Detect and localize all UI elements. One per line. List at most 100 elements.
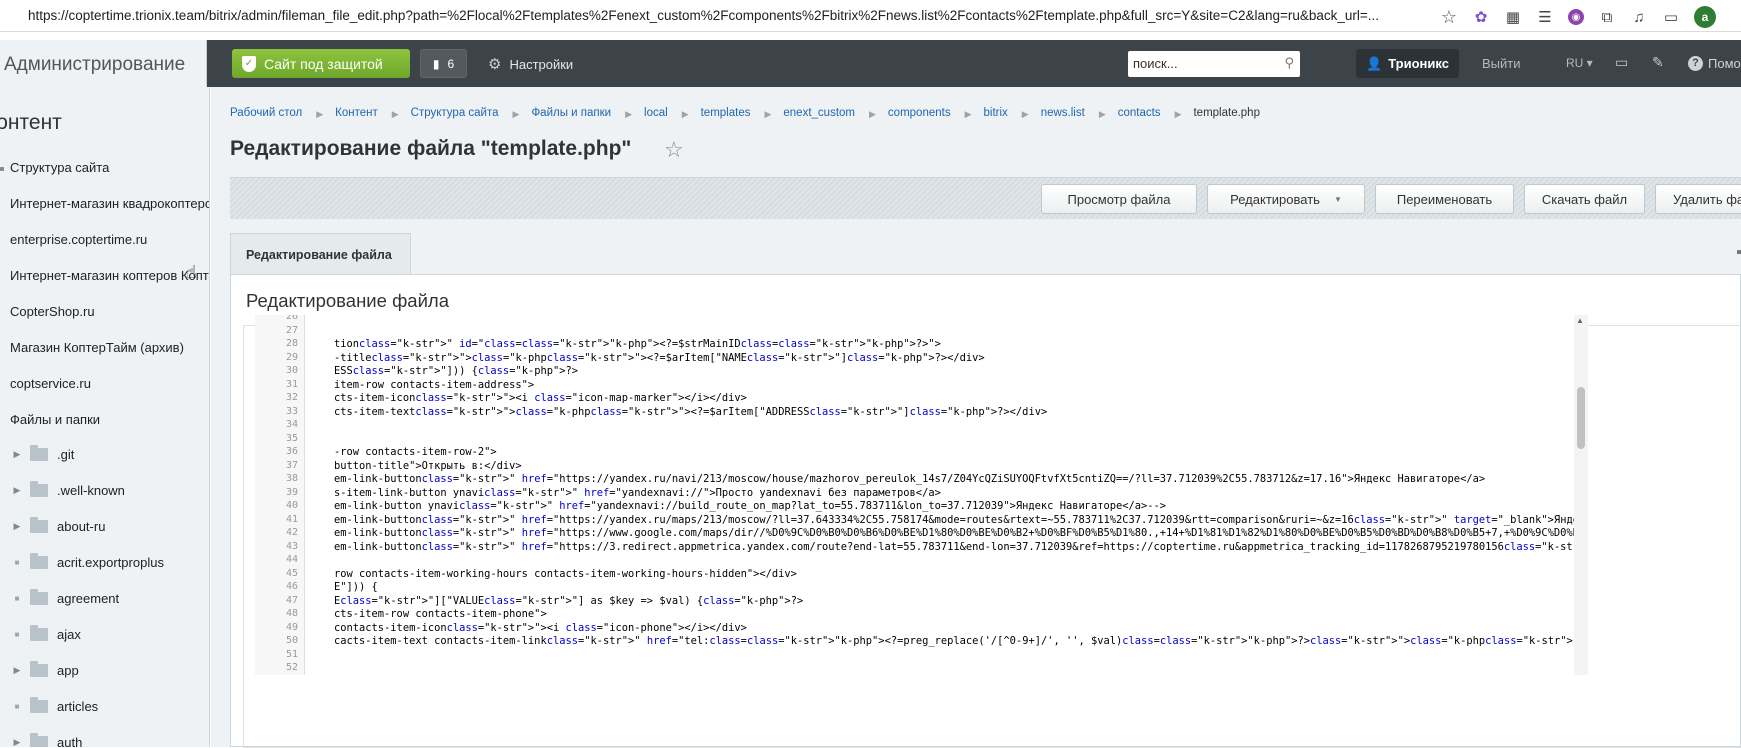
folder-row[interactable]: ■ ajax	[0, 622, 209, 646]
media-queue-icon[interactable]: ♫	[1630, 8, 1648, 26]
code-line[interactable]: em-link-buttonclass="k-str">" href="http…	[334, 514, 1574, 526]
code-line[interactable]: E"])) {	[334, 581, 378, 593]
code-line[interactable]: -titleclass="k-str">">class="k-phpclass=…	[334, 352, 985, 364]
delete-button[interactable]: Удалить файл	[1655, 184, 1741, 214]
help-label: Помощь	[1708, 56, 1741, 71]
sidebar-item-shop-quadcopters[interactable]: Интернет-магазин квадрокоптеров	[10, 196, 209, 211]
edit-dropdown-button[interactable]: Редактировать ▼	[1207, 184, 1365, 214]
folder-row[interactable]: ▶ auth	[0, 730, 209, 748]
user-icon: 👤	[1366, 55, 1383, 71]
folder-row[interactable]: ▶ .well-known	[0, 478, 209, 502]
breadcrumb-item[interactable]: Файлы и папки	[531, 107, 611, 121]
line-number: 39	[285, 486, 298, 498]
language-label: RU	[1566, 56, 1584, 70]
line-number: 49	[285, 621, 298, 633]
breadcrumb-item[interactable]: components	[888, 107, 951, 121]
sidebar-item-shop-copters[interactable]: Интернет-магазин коптеров Коптертайм	[10, 268, 209, 283]
favorite-star-icon[interactable]: ☆	[664, 137, 684, 163]
code-line[interactable]: em-link-buttonclass="k-str">" href="http…	[334, 527, 1574, 539]
code-line[interactable]: ESSclass="k-str">"])) {class="k-php">?>	[334, 365, 578, 377]
code-line[interactable]: cts-item-iconclass="k-str">"><i class="i…	[334, 392, 747, 404]
code-line[interactable]: -row contacts-item-row-2">	[334, 446, 497, 458]
rename-button[interactable]: Переименовать	[1375, 184, 1514, 214]
site-protected-button[interactable]: ✓ Сайт под защитой	[232, 49, 410, 78]
search-input[interactable]: поиск... ⚲	[1128, 51, 1300, 77]
breadcrumb-item[interactable]: enext_custom	[783, 107, 855, 121]
folder-name: articles	[57, 698, 99, 714]
folder-row[interactable]: ▶ .git	[0, 442, 209, 466]
code-line[interactable]: em-link-buttonclass="k-str">" href="http…	[334, 541, 1574, 553]
sidebar-item-site-structure[interactable]: Структура сайта	[10, 160, 209, 175]
breadcrumb-separator: ▶	[391, 109, 399, 119]
code-line[interactable]: em-link-buttonclass="k-str">" href="http…	[334, 473, 1485, 485]
sidebar-panel-icon[interactable]: ▭	[1662, 8, 1680, 26]
code-line[interactable]: s-item-link-button ynaviclass="k-str">" …	[334, 487, 941, 499]
extension-color-icon[interactable]: ◉	[1568, 9, 1584, 25]
folder-row[interactable]: ■ acrit.exportproplus	[0, 550, 209, 574]
screen-icon[interactable]: ▭	[1615, 54, 1628, 71]
view-file-button[interactable]: Просмотр файла	[1041, 184, 1197, 214]
pin-icon[interactable]: ▬	[1737, 242, 1741, 257]
notifications-icon: ▮	[432, 56, 440, 71]
extension-grid-icon[interactable]: ▦	[1504, 8, 1522, 26]
language-selector[interactable]: RU ▾	[1566, 56, 1593, 70]
code-line[interactable]: contacts-item-iconclass="k-str">"><i cla…	[334, 622, 747, 634]
breadcrumb-item[interactable]: contacts	[1118, 107, 1161, 121]
profile-avatar[interactable]: a	[1694, 6, 1716, 28]
admin-title[interactable]: Администрирование	[0, 40, 207, 87]
scrollbar-thumb[interactable]	[1577, 387, 1585, 449]
breadcrumb-item[interactable]: Структура сайта	[411, 107, 499, 121]
breadcrumb-item[interactable]: Рабочий стол	[230, 107, 302, 121]
code-line[interactable]: tionclass="k-str">" id="class=class="k-s…	[334, 338, 941, 350]
line-number: 41	[285, 513, 298, 525]
extension-gear-icon[interactable]: ✿	[1472, 8, 1490, 26]
breadcrumb-item[interactable]: news.list	[1041, 107, 1085, 121]
breadcrumb-item[interactable]: local	[644, 107, 668, 121]
user-button[interactable]: 👤 Трионикс	[1356, 49, 1459, 78]
settings-link[interactable]: ⚙ Настройки	[488, 55, 573, 73]
folder-row[interactable]: ■ articles	[0, 694, 209, 718]
pin-icon[interactable]: ✎	[1652, 54, 1664, 71]
extensions-puzzle-icon[interactable]: ⧉	[1598, 8, 1616, 26]
scroll-up-arrow-icon[interactable]: ▲	[1576, 316, 1584, 325]
tab-edit-file[interactable]: Редактирование файла	[230, 233, 411, 274]
code-line[interactable]: item-row contacts-item-address">	[334, 379, 534, 391]
sidebar-item-archive-shop[interactable]: Магазин КоптерТайм (архив)	[10, 340, 209, 355]
code-line[interactable]: row contacts-item-working-hours contacts…	[334, 568, 797, 580]
breadcrumb-separator: ▶	[869, 109, 876, 119]
code-line[interactable]: button-title">Открыть в:</div>	[334, 460, 522, 472]
extension-list-icon[interactable]: ☰	[1536, 8, 1554, 26]
expand-arrow-icon[interactable]: ▶	[10, 449, 24, 460]
sidebar-item-coptservice[interactable]: coptservice.ru	[10, 376, 209, 391]
code-line[interactable]: cacts-item-text contacts-item-linkclass=…	[334, 635, 1574, 647]
sidebar-item-coptershop[interactable]: CopterShop.ru	[10, 304, 209, 319]
expand-arrow-icon[interactable]: ▶	[10, 485, 24, 496]
folder-icon	[30, 696, 48, 713]
breadcrumb: Рабочий стол ▶ Контент ▶ Структура сайта ▶ …	[230, 107, 1260, 121]
logout-link[interactable]: Выйти	[1482, 56, 1521, 71]
code-editor[interactable]: 26 27 28 29 30 31 32 33 34 35 36 37 38 39 40 41 42 43 44 45…	[255, 315, 1574, 675]
code-line[interactable]: em-link-button ynaviclass="k-str">" href…	[334, 500, 1166, 512]
code-line[interactable]: Eclass="k-str">"]["VALUEclass="k-str">"]…	[334, 595, 803, 607]
address-bar[interactable]: https://coptertime.trionix.team/bitrix/a…	[28, 8, 1418, 23]
bookmark-star-icon[interactable]: ☆	[1440, 7, 1458, 27]
folder-row[interactable]: ■ agreement	[0, 586, 209, 610]
folder-row[interactable]: ▶ app	[0, 658, 209, 682]
editor-vertical-scrollbar[interactable]: ▲	[1574, 315, 1588, 675]
download-button[interactable]: Скачать файл	[1524, 184, 1645, 214]
notifications-button[interactable]: ▮ 6	[420, 49, 467, 78]
breadcrumb-item[interactable]: templates	[701, 107, 751, 121]
expand-arrow-icon[interactable]: ▶	[10, 737, 24, 748]
help-link[interactable]: ? Помощь	[1688, 56, 1741, 71]
code-line[interactable]: cts-item-row contacts-item-phone">	[334, 608, 547, 620]
expand-arrow-icon[interactable]: ▶	[10, 521, 24, 532]
sidebar-item-enterprise[interactable]: enterprise.coptertime.ru	[10, 232, 209, 247]
search-icon[interactable]: ⚲	[1284, 55, 1294, 71]
folder-row[interactable]: ▶ about-ru	[0, 514, 209, 538]
breadcrumb-item[interactable]: bitrix	[984, 107, 1008, 121]
breadcrumb-item[interactable]: Контент	[335, 107, 378, 121]
code-line[interactable]: cts-item-textclass="k-str">">class="k-ph…	[334, 406, 1047, 418]
sidebar-item-files-folders[interactable]: Файлы и папки	[10, 412, 209, 427]
action-toolbar: Просмотр файла Редактировать ▼ Переимено…	[230, 177, 1741, 219]
expand-arrow-icon[interactable]: ▶	[10, 665, 24, 676]
